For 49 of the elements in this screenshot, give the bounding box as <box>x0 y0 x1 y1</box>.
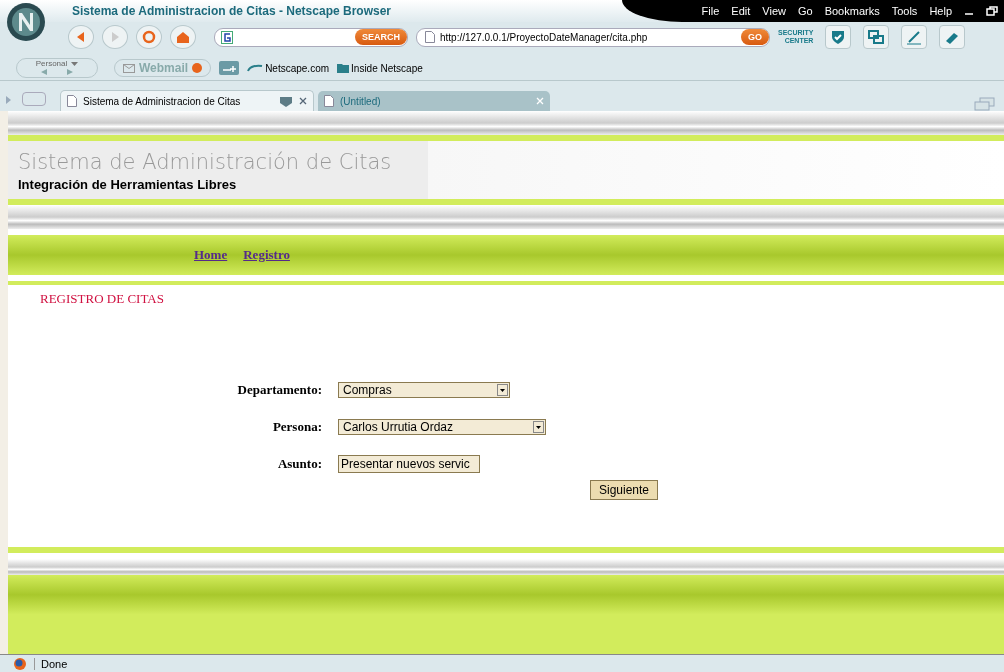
eraser-button[interactable] <box>939 25 966 49</box>
dropdown[interactable]: Carlos Urrutia Ordaz <box>338 418 546 435</box>
back-button[interactable] <box>68 25 94 49</box>
browser-globe-icon <box>12 656 28 671</box>
page-icon <box>67 95 77 107</box>
pen-icon <box>906 29 923 45</box>
browser-tab[interactable]: Sistema de Administracion de Citas <box>60 90 314 111</box>
swoosh-icon <box>247 64 264 72</box>
shield-button[interactable] <box>825 25 852 49</box>
envelope-icon <box>123 63 135 73</box>
page-heading: REGISTRO DE CITAS <box>40 291 165 307</box>
windows-button[interactable] <box>863 25 890 49</box>
add-bookmark-icon[interactable] <box>219 61 240 75</box>
bookmark-folder[interactable]: Inside Netscape <box>337 62 423 74</box>
site-title: Sistema de Administración de Citas <box>18 149 393 175</box>
menu-item[interactable]: File <box>701 5 720 17</box>
menu-item[interactable]: Go <box>797 5 813 17</box>
folder-icon <box>337 63 350 73</box>
url-field[interactable]: http://127.0.0.1/ProyectoDateManager/cita.php GO <box>416 27 770 47</box>
home-icon <box>176 30 190 44</box>
bookmark-link[interactable]: Netscape.com <box>247 62 330 74</box>
status-text: Done <box>34 657 68 670</box>
menu-item[interactable]: View <box>762 5 786 17</box>
home-button[interactable] <box>170 25 196 49</box>
menu-item[interactable]: Tools <box>891 5 918 17</box>
site-subtitle: Integración de Herramientas Libres <box>18 177 238 192</box>
menu-item[interactable]: Help <box>929 5 952 17</box>
page-icon <box>425 31 435 43</box>
field-label: Persona: <box>271 418 323 435</box>
close-icon[interactable] <box>299 97 307 105</box>
nav-link[interactable]: Registro <box>243 247 290 263</box>
menu-item[interactable]: Edit <box>731 5 751 17</box>
window-title: Sistema de Administracion de Citas - Netscape Browser <box>72 4 391 18</box>
sidebar-toggle-icon[interactable] <box>4 95 12 105</box>
pen-button[interactable] <box>901 25 928 49</box>
nav-link[interactable]: Home <box>194 247 228 263</box>
dropdown[interactable]: Compras <box>338 381 510 398</box>
field-label: Departamento: <box>236 381 323 398</box>
menu-item[interactable]: Bookmarks <box>824 5 880 17</box>
field-label: Asunto: <box>276 455 323 472</box>
restore-icon[interactable] <box>986 6 998 16</box>
reload-button[interactable] <box>136 25 162 49</box>
page-icon <box>324 95 334 107</box>
caret-icon <box>71 62 79 66</box>
next-button[interactable]: Siguiente <box>590 480 659 500</box>
windows-icon <box>868 29 885 45</box>
search-engine-icon <box>221 30 233 44</box>
new-tab-button[interactable] <box>22 92 46 106</box>
input-field[interactable]: Presentar nuevos servic <box>338 454 480 473</box>
